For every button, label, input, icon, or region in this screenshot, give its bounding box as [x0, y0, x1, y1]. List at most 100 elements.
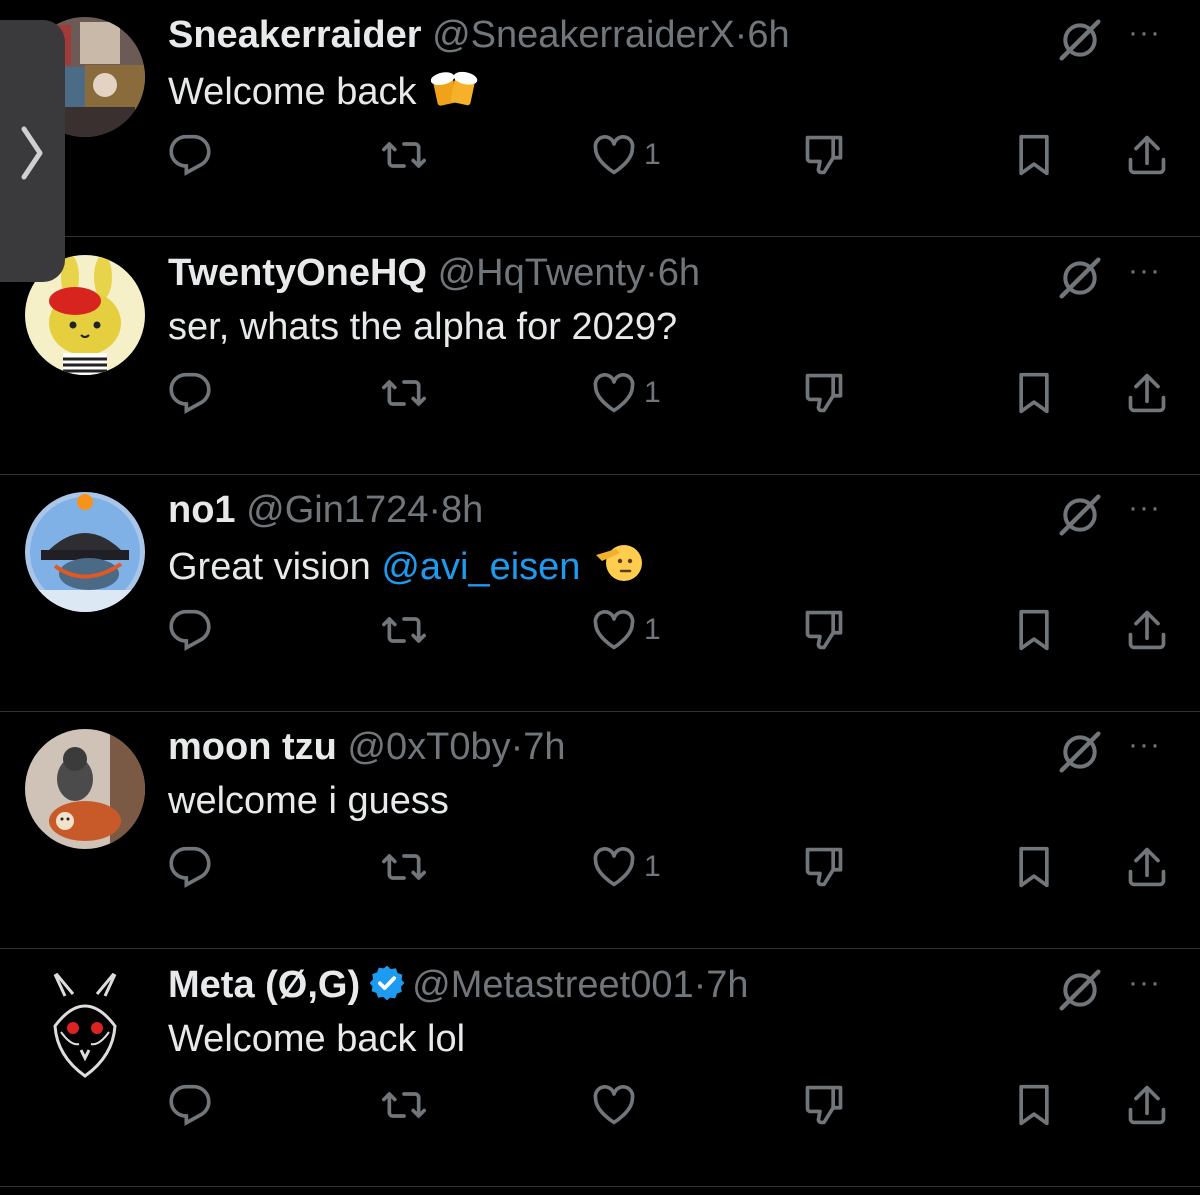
repost-icon [380, 133, 428, 177]
downvote-button[interactable] [802, 130, 846, 180]
share-button[interactable] [1125, 130, 1169, 180]
post-time[interactable]: 7h [523, 726, 565, 768]
post-divider [0, 1186, 1200, 1187]
reply-button[interactable] [168, 1080, 212, 1130]
share-icon [1125, 132, 1169, 178]
author-name[interactable]: no1 [168, 489, 236, 531]
repost-button[interactable] [380, 130, 428, 180]
post-divider [0, 948, 1200, 949]
like-button[interactable] [592, 1080, 644, 1130]
reply-post[interactable]: TwentyOneHQ @HqTwenty·6h ser, whats the a… [0, 238, 1200, 475]
post-time[interactable]: 7h [706, 964, 748, 1006]
bitcoin-cap-avatar[interactable] [25, 492, 145, 612]
more-options-button[interactable]: ··· [1128, 254, 1161, 288]
share-icon [1125, 844, 1169, 890]
monkey-avatar[interactable] [25, 729, 145, 849]
grok-icon[interactable] [1058, 968, 1102, 1017]
more-options-button[interactable]: ··· [1128, 491, 1161, 525]
like-count: 1 [644, 850, 661, 883]
mention-link[interactable]: @avi_eisen [381, 546, 580, 588]
more-options-button[interactable]: ··· [1128, 16, 1161, 50]
repost-icon [380, 845, 428, 889]
reply-button[interactable] [168, 842, 212, 892]
post-time[interactable]: 8h [441, 489, 483, 531]
post-header: Meta (Ø,G) @Metastreet001·7h [168, 962, 749, 1013]
author-name[interactable]: moon tzu [168, 726, 337, 768]
post-actions: 1 [0, 368, 1200, 418]
author-handle[interactable]: @Metastreet001 [412, 964, 694, 1006]
reply-button[interactable] [168, 605, 212, 655]
repost-icon [380, 371, 428, 415]
author-handle[interactable]: @HqTwenty [438, 252, 646, 294]
bookmark-button[interactable] [1014, 368, 1054, 418]
grok-icon[interactable] [1058, 493, 1102, 542]
author-handle[interactable]: @SneakerraiderX [432, 14, 735, 56]
share-button[interactable] [1125, 368, 1169, 418]
post-text-segment: ser, whats the alpha for 2029? [168, 306, 678, 348]
post-header: Sneakerraider @SneakerraiderX·6h [168, 12, 790, 58]
repost-button[interactable] [380, 842, 428, 892]
heart-icon [592, 1084, 636, 1126]
repost-button[interactable] [380, 605, 428, 655]
post-text-segment: Welcome back lol [168, 1018, 466, 1060]
grok-icon[interactable] [1058, 256, 1102, 305]
share-icon [1125, 607, 1169, 653]
post-text: Welcome back lol [168, 1016, 465, 1062]
like-count: 1 [644, 138, 661, 171]
reply-post[interactable]: no1 @Gin1724·8h Great vision @avi_eisen ··… [0, 475, 1200, 712]
grok-icon[interactable] [1058, 18, 1102, 67]
reply-icon [168, 1083, 212, 1127]
post-header: no1 @Gin1724·8h [168, 487, 483, 533]
author-name[interactable]: Meta (Ø,G) [168, 964, 360, 1006]
author-name[interactable]: TwentyOneHQ [168, 252, 427, 294]
reply-post[interactable]: Sneakerraider @SneakerraiderX·6h Welcome … [0, 0, 1200, 237]
heart-icon [592, 372, 636, 414]
downvote-button[interactable] [802, 368, 846, 418]
downvote-button[interactable] [802, 842, 846, 892]
bookmark-button[interactable] [1014, 1080, 1054, 1130]
author-name[interactable]: Sneakerraider [168, 14, 422, 56]
like-button[interactable]: 1 [592, 130, 661, 180]
post-text: ser, whats the alpha for 2029? [168, 304, 677, 350]
author-handle[interactable]: @0xT0by [347, 726, 510, 768]
rabbit-skull-avatar[interactable] [25, 966, 145, 1086]
sidebar-expand-tab[interactable] [0, 20, 65, 282]
repost-button[interactable] [380, 1080, 428, 1130]
reply-post[interactable]: Meta (Ø,G) @Metastreet001·7h Welcome back … [0, 950, 1200, 1187]
post-actions: 1 [0, 842, 1200, 892]
post-time[interactable]: 6h [747, 14, 789, 56]
post-time[interactable]: 6h [658, 252, 700, 294]
bookmark-icon [1014, 608, 1054, 652]
downvote-button[interactable] [802, 1080, 846, 1130]
like-button[interactable]: 1 [592, 842, 661, 892]
author-handle[interactable]: @Gin1724 [246, 489, 428, 531]
downvote-icon [802, 607, 846, 653]
grok-icon[interactable] [1058, 730, 1102, 779]
saluting-face-emoji [594, 541, 644, 596]
share-icon [1125, 370, 1169, 416]
share-button[interactable] [1125, 1080, 1169, 1130]
more-options-button[interactable]: ··· [1128, 966, 1161, 1000]
separator-dot: · [645, 252, 658, 294]
like-count: 1 [644, 613, 661, 646]
reply-button[interactable] [168, 130, 212, 180]
more-options-button[interactable]: ··· [1128, 728, 1161, 762]
reply-button[interactable] [168, 368, 212, 418]
separator-dot: · [734, 14, 748, 56]
share-button[interactable] [1125, 842, 1169, 892]
bookmark-button[interactable] [1014, 130, 1054, 180]
post-text: Great vision @avi_eisen [168, 541, 644, 596]
separator-dot: · [510, 726, 524, 768]
like-button[interactable]: 1 [592, 605, 661, 655]
post-text-segment: Welcome back [168, 71, 417, 113]
downvote-button[interactable] [802, 605, 846, 655]
bookmark-button[interactable] [1014, 842, 1054, 892]
repost-button[interactable] [380, 368, 428, 418]
post-text: Welcome back [168, 66, 479, 121]
reply-post[interactable]: moon tzu @0xT0by·7h welcome i guess ··· 1 [0, 712, 1200, 949]
bookmark-button[interactable] [1014, 605, 1054, 655]
bookmark-icon [1014, 845, 1054, 889]
like-button[interactable]: 1 [592, 368, 661, 418]
share-button[interactable] [1125, 605, 1169, 655]
post-actions: 1 [0, 605, 1200, 655]
